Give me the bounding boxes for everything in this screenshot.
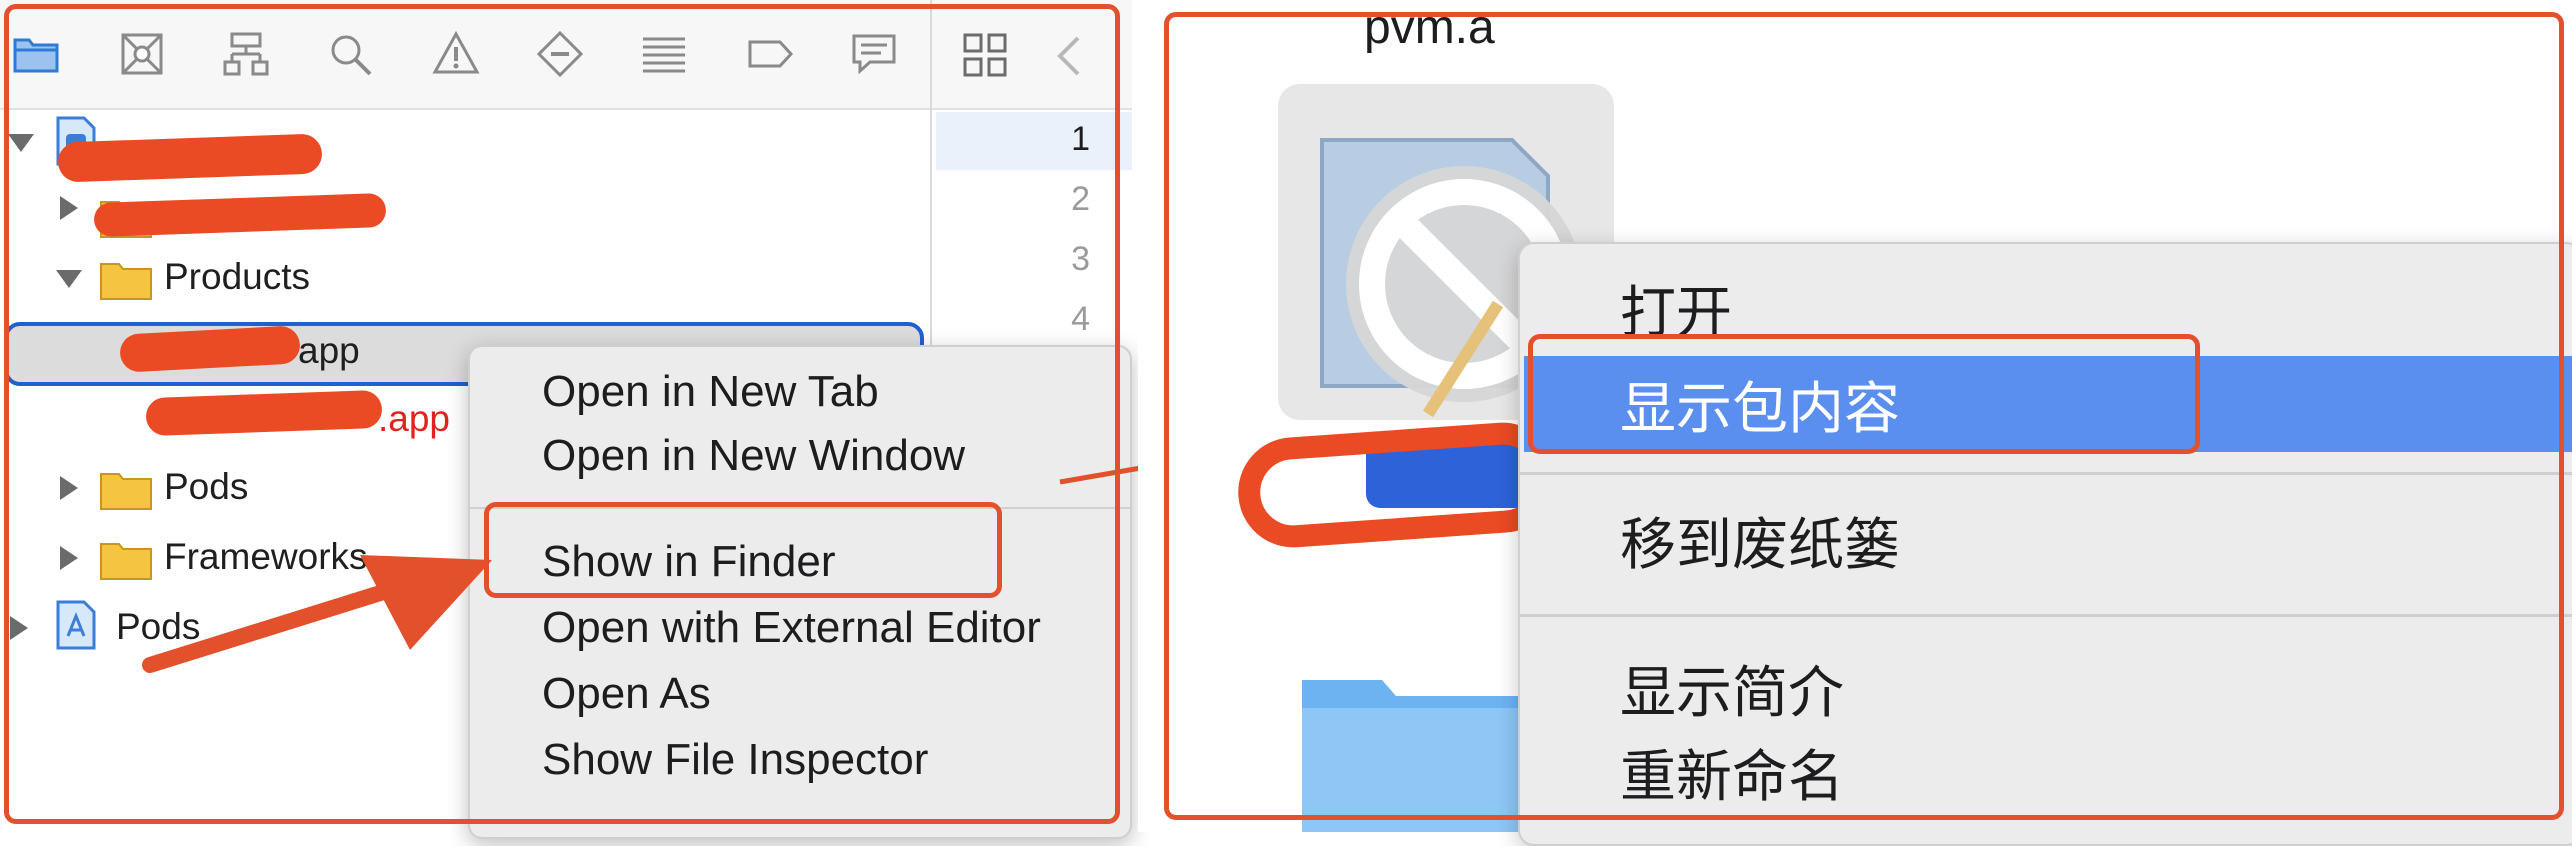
annotation-arrow [142, 555, 492, 673]
finder-window: pvm.a 打开 显示包内容 移到废纸篓 显示简介 重新命名 [1138, 0, 2572, 846]
annotation-box-show-in-finder [484, 502, 1002, 598]
annotation-box-show-package-contents [1528, 334, 2200, 454]
xcode-project-navigator: Products app .app Pods Frameworks Pods 1… [0, 0, 1132, 839]
annotation-box-left [4, 4, 1120, 824]
